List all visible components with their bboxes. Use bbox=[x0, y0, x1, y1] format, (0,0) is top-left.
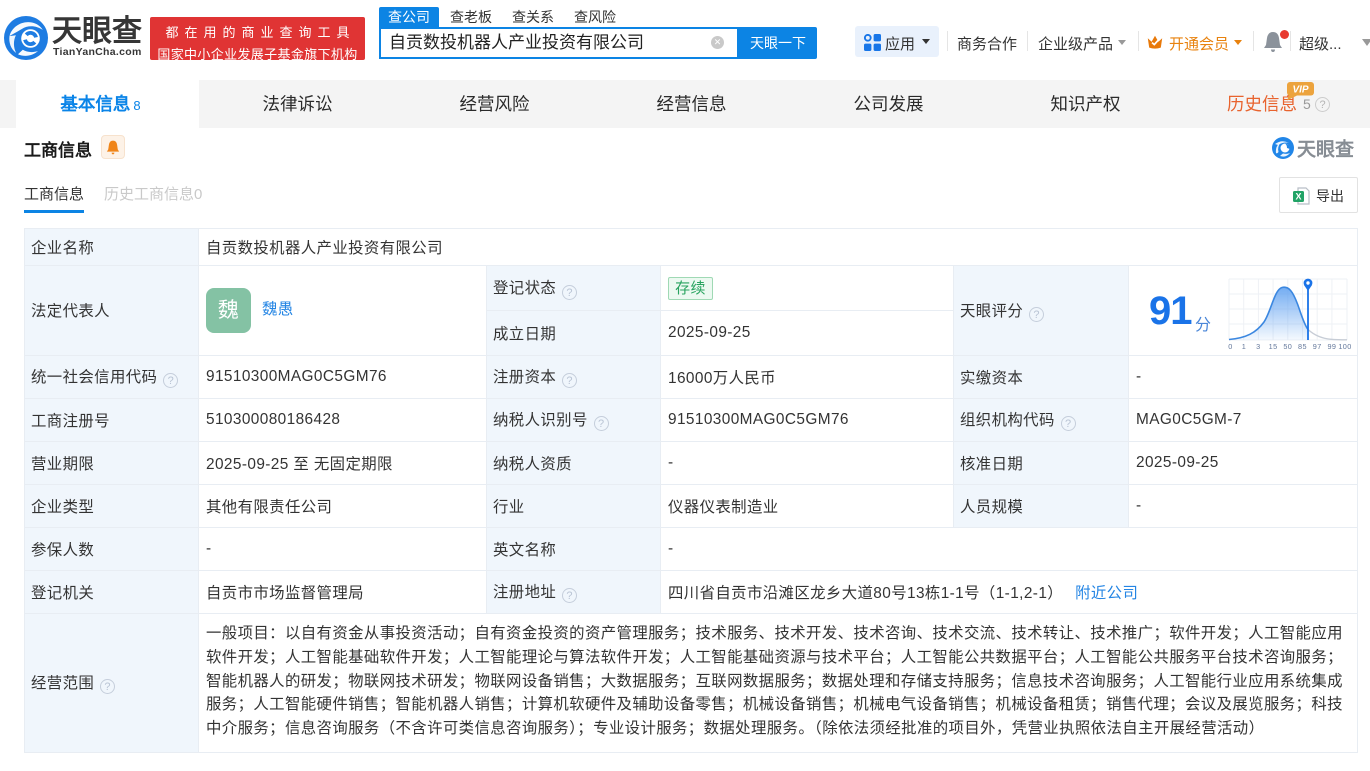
svg-text:X: X bbox=[1295, 192, 1301, 202]
svg-text:VIP: VIP bbox=[1292, 85, 1308, 96]
svg-text:3: 3 bbox=[1256, 342, 1260, 350]
svg-text:天眼查: 天眼查 bbox=[1297, 138, 1355, 161]
svg-text:50: 50 bbox=[1283, 342, 1292, 350]
svg-text:97: 97 bbox=[1313, 342, 1322, 350]
svg-text:100: 100 bbox=[1338, 342, 1351, 350]
svg-text:15: 15 bbox=[1269, 342, 1278, 350]
svg-text:1: 1 bbox=[1242, 342, 1246, 350]
svg-text:0: 0 bbox=[1228, 342, 1232, 350]
svg-text:99: 99 bbox=[1327, 342, 1336, 350]
svg-text:85: 85 bbox=[1298, 342, 1307, 350]
